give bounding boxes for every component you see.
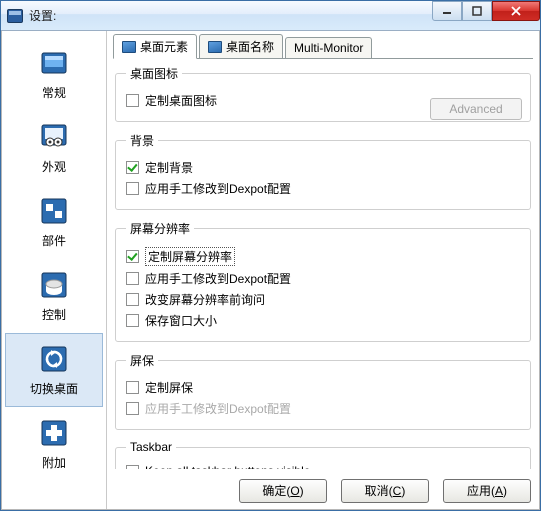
sidebar-item-switch-desktop[interactable]: 切换桌面 xyxy=(5,333,103,407)
sidebar-item-appearance[interactable]: 外观 xyxy=(5,111,103,185)
tab-icon xyxy=(122,41,136,53)
sidebar-item-label: 常规 xyxy=(42,84,66,101)
addons-icon xyxy=(39,418,69,448)
close-button[interactable] xyxy=(492,1,540,21)
checkbox-customize-background[interactable] xyxy=(126,161,139,174)
checkbox-label: 定制屏保 xyxy=(145,379,193,396)
checkbox-label: 定制屏幕分辨率 xyxy=(145,247,235,266)
maximize-icon xyxy=(472,6,482,16)
checkbox-keep-window-size[interactable] xyxy=(126,314,139,327)
checkbox-label: 定制背景 xyxy=(145,159,193,176)
settings-window: 设置: 常规 外观 xyxy=(0,0,541,511)
group-legend: Taskbar xyxy=(126,440,176,454)
tab-desktop-names[interactable]: 桌面名称 xyxy=(199,34,283,58)
checkbox-ss-apply-dexpot xyxy=(126,402,139,415)
checkbox-label: 应用手工修改到Dexpot配置 xyxy=(145,180,291,197)
apply-button[interactable]: 应用(A) xyxy=(443,479,531,503)
checkbox-bg-apply-dexpot[interactable] xyxy=(126,182,139,195)
ok-button[interactable]: 确定(O) xyxy=(239,479,327,503)
checkbox-label: 应用手工修改到Dexpot配置 xyxy=(145,400,291,417)
close-icon xyxy=(510,6,522,16)
checkbox-res-apply-dexpot[interactable] xyxy=(126,272,139,285)
client-area: 常规 外观 部件 控制 xyxy=(1,31,540,510)
app-icon xyxy=(7,9,23,23)
sidebar: 常规 外观 部件 控制 xyxy=(2,31,107,509)
maximize-button[interactable] xyxy=(462,1,492,21)
group-resolution: 屏幕分辨率 定制屏幕分辨率 应用手工修改到Dexpot配置 改变屏幕分辨率前询问 xyxy=(115,220,531,342)
group-screensaver: 屏保 定制屏保 应用手工修改到Dexpot配置 xyxy=(115,352,531,430)
cancel-button[interactable]: 取消(C) xyxy=(341,479,429,503)
sidebar-item-label: 切换桌面 xyxy=(30,380,78,397)
group-legend: 屏幕分辨率 xyxy=(126,220,194,237)
checkbox-ask-before-change[interactable] xyxy=(126,293,139,306)
minimize-button[interactable] xyxy=(432,1,462,21)
minimize-icon xyxy=(442,6,452,16)
checkbox-customize-resolution[interactable] xyxy=(126,250,139,263)
window-title: 设置: xyxy=(29,7,56,24)
general-icon xyxy=(39,48,69,78)
dialog-buttons: 确定(O) 取消(C) 应用(A) xyxy=(239,479,531,503)
group-legend: 背景 xyxy=(126,132,158,149)
checkbox-label: 应用手工修改到Dexpot配置 xyxy=(145,270,291,287)
tab-label: Multi-Monitor xyxy=(294,41,363,55)
sidebar-item-label: 部件 xyxy=(42,232,66,249)
sidebar-item-label: 控制 xyxy=(42,306,66,323)
main-panel: 桌面元素 桌面名称 Multi-Monitor 桌面图标 Advanced 定制… xyxy=(107,31,539,509)
appearance-icon xyxy=(39,122,69,152)
components-icon xyxy=(39,196,69,226)
tab-content: 桌面图标 Advanced 定制桌面图标 背景 定制背景 应用 xyxy=(113,65,533,469)
checkbox-customize-desktop-icons[interactable] xyxy=(126,94,139,107)
tab-label: 桌面名称 xyxy=(226,38,274,55)
sidebar-item-components[interactable]: 部件 xyxy=(5,185,103,259)
window-buttons xyxy=(432,1,540,21)
advanced-button[interactable]: Advanced xyxy=(430,98,522,120)
tab-multi-monitor[interactable]: Multi-Monitor xyxy=(285,37,372,58)
tab-strip: 桌面元素 桌面名称 Multi-Monitor xyxy=(113,37,533,59)
checkbox-label: 保存窗口大小 xyxy=(145,312,217,329)
group-legend: 桌面图标 xyxy=(126,65,182,82)
checkbox-label: 定制桌面图标 xyxy=(145,92,217,109)
checkbox-keep-taskbar-visible[interactable] xyxy=(126,465,139,470)
sidebar-item-control[interactable]: 控制 xyxy=(5,259,103,333)
sidebar-item-addons[interactable]: 附加 xyxy=(5,407,103,481)
sidebar-item-label: 外观 xyxy=(42,158,66,175)
tab-icon xyxy=(208,41,222,53)
checkbox-customize-screensaver[interactable] xyxy=(126,381,139,394)
titlebar[interactable]: 设置: xyxy=(1,1,540,31)
tab-label: 桌面元素 xyxy=(140,38,188,55)
sidebar-item-general[interactable]: 常规 xyxy=(5,37,103,111)
group-legend: 屏保 xyxy=(126,352,158,369)
checkbox-label: Keep all taskbar buttons visible xyxy=(145,464,310,469)
group-background: 背景 定制背景 应用手工修改到Dexpot配置 xyxy=(115,132,531,210)
group-desktop-icons: 桌面图标 Advanced 定制桌面图标 xyxy=(115,65,531,122)
tab-desktop-elements[interactable]: 桌面元素 xyxy=(113,34,197,59)
sidebar-item-label: 附加 xyxy=(42,454,66,471)
control-icon xyxy=(39,270,69,300)
group-taskbar: Taskbar Keep all taskbar buttons visible xyxy=(115,440,531,469)
checkbox-label: 改变屏幕分辨率前询问 xyxy=(145,291,265,308)
switch-desktop-icon xyxy=(39,344,69,374)
